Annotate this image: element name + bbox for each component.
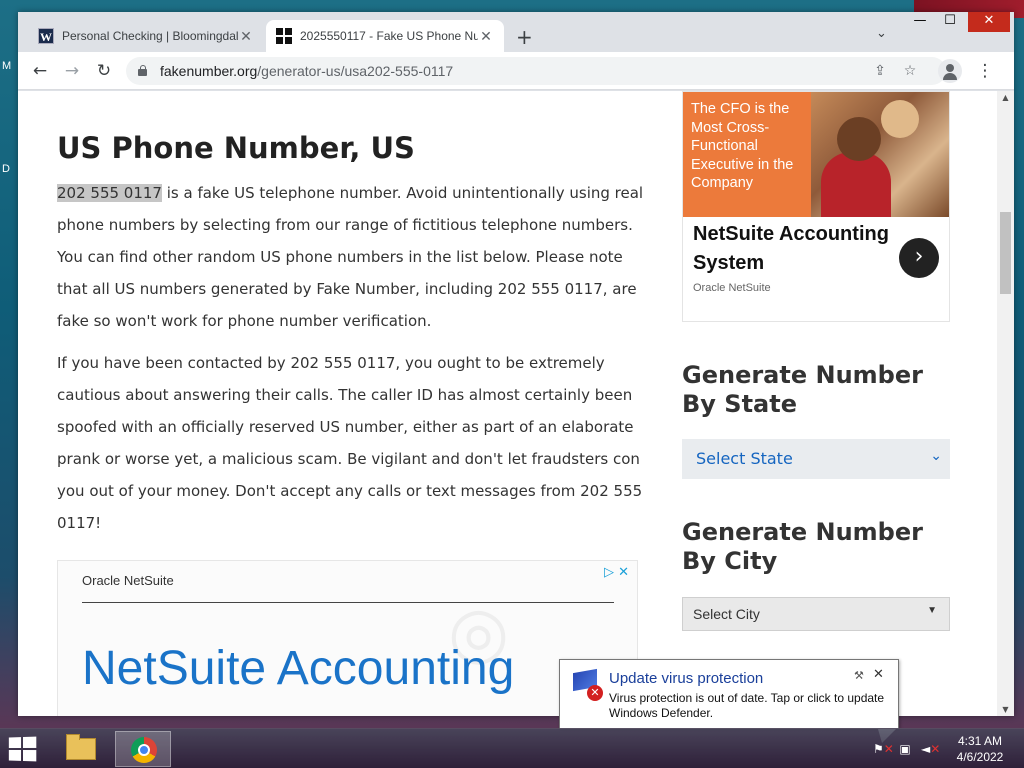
ad-headline[interactable]: NetSuite Accounting [82,641,514,696]
w-icon: W [38,28,54,44]
chrome-taskbar-button[interactable] [115,731,171,767]
ad-divider [82,602,614,603]
tab-close-icon[interactable]: ✕ [478,28,494,45]
url-path: /generator-us/usa202-555-0117 [257,63,454,79]
reload-button[interactable]: ↻ [92,59,116,83]
state-heading: Generate Number By State [682,361,923,418]
desktop-icon-label[interactable]: D [2,163,10,175]
ad-image-caption: The CFO is the Most Cross-Functional Exe… [691,101,794,191]
tab-close-icon[interactable]: ✕ [238,28,254,45]
city-select[interactable]: Select City ▼ [682,597,950,631]
chrome-icon [131,737,157,763]
scroll-down-arrow[interactable]: ▼ [997,705,1014,714]
intro-paragraph: 202 555 0117 is a fake US telephone numb… [57,177,647,337]
defender-warning-icon: ✕ [571,668,605,703]
ad-title[interactable]: NetSuite Accounting System [693,220,893,278]
browser-window: W Personal Checking | Bloomingdal ✕ 2025… [18,12,1014,716]
desktop-icon-label[interactable]: M [2,60,11,72]
start-button[interactable] [8,736,39,762]
tab-title: 2025550117 - Fake US Phone Nu [300,29,478,43]
inline-ad[interactable]: ◎ Oracle NetSuite ▷ ✕ NetSuite Accountin… [57,560,638,716]
tab-fake-number[interactable]: 2025550117 - Fake US Phone Nu ✕ [266,20,504,52]
city-select-value: Select City [693,606,760,622]
scroll-up-arrow[interactable]: ▲ [997,93,1014,102]
page-title: US Phone Number, US [57,131,415,165]
notification-title[interactable]: Update virus protection [609,670,763,687]
state-select-value: Select State [696,449,793,468]
maximize-button[interactable]: ☐ [936,12,964,32]
notification-message[interactable]: Virus protection is out of date. Tap or … [609,691,894,721]
browser-toolbar: ← → ↻ fakenumber.org/generator-us/usa202… [18,52,1014,90]
share-icon[interactable]: ⇪ [870,61,890,81]
chevron-down-icon: ⌄ [930,448,942,464]
tab-title: Personal Checking | Bloomingdal [62,29,238,43]
profile-avatar-icon[interactable] [938,59,962,83]
volume-muted-icon[interactable]: ◄✕ [921,741,940,757]
star-icon[interactable]: ☆ [900,61,920,81]
minimize-button[interactable]: — [906,12,934,32]
intro-text: is a fake US telephone number. Avoid uni… [57,184,644,330]
options-icon[interactable]: ⚒ [854,669,864,682]
page-scrollbar[interactable]: ▲ ▼ [997,91,1014,716]
clock-time: 4:31 AM [957,734,1003,748]
caret-down-icon: ▼ [927,605,937,616]
url-host: fakenumber.org [160,63,258,79]
ad-arrow-button[interactable]: › [899,238,939,278]
sidebar-ad[interactable]: The CFO is the Most Cross-Functional Exe… [682,91,950,322]
close-window-button[interactable]: ✕ [968,12,1010,32]
ad-image: The CFO is the Most Cross-Functional Exe… [683,92,949,217]
system-clock[interactable]: 4:31 AM 4/6/2022 [945,733,1015,765]
tab-search-button[interactable]: ⌄ [876,26,887,41]
highlighted-number: 202 555 0117 [57,184,162,202]
action-center-warning-icon[interactable]: ⚑✕ [873,741,894,757]
ad-photo [811,92,949,217]
ad-brand: Oracle NetSuite [82,573,174,588]
adchoices-icon[interactable]: ▷ ✕ [604,565,629,580]
ad-source: Oracle NetSuite [693,282,771,294]
notification-close-button[interactable]: ✕ [873,667,884,682]
tab-strip: W Personal Checking | Bloomingdal ✕ 2025… [18,12,1014,52]
state-select[interactable]: Select State ⌄ [682,439,950,479]
lock-icon[interactable] [138,65,147,76]
forward-button[interactable]: → [60,59,84,83]
warning-paragraph: If you have been contacted by 202 555 01… [57,354,643,532]
url-text[interactable]: fakenumber.org/generator-us/usa202-555-0… [160,63,453,79]
back-button[interactable]: ← [28,59,52,83]
taskbar: ⚑✕ ▣ ◄✕ 4:31 AM 4/6/2022 [0,728,1024,768]
city-heading: Generate Number By City [682,518,923,575]
address-bar[interactable]: fakenumber.org/generator-us/usa202-555-0… [126,57,946,85]
page-viewport: US Phone Number, US 202 555 0117 is a fa… [18,91,1014,716]
grid-icon [276,28,292,44]
notification-balloon[interactable]: ✕ Update virus protection Virus protecti… [559,659,899,743]
file-explorer-taskbar-button[interactable] [54,731,110,767]
tab-personal-checking[interactable]: W Personal Checking | Bloomingdal ✕ [28,20,264,52]
clock-date: 4/6/2022 [956,750,1004,764]
scrollbar-thumb[interactable] [1000,212,1011,294]
new-tab-button[interactable]: + [516,25,533,49]
folder-icon [66,734,96,760]
network-icon[interactable]: ▣ [897,741,913,757]
menu-button[interactable]: ⋮ [973,59,997,83]
